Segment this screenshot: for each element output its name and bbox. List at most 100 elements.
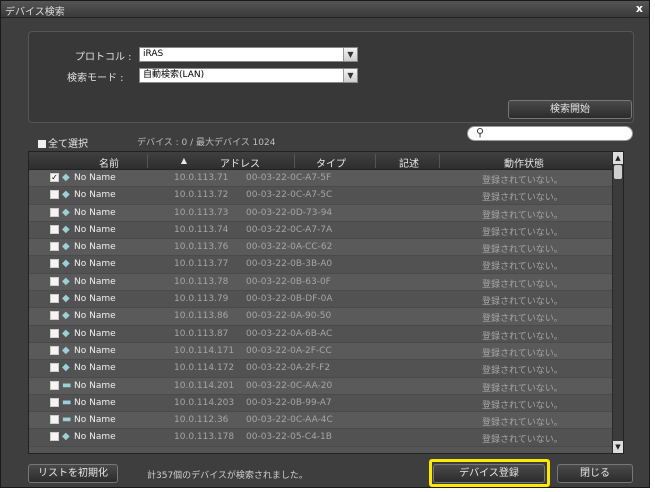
device-mac: 00-03-22-0B-99-A7 (246, 397, 332, 408)
camera-icon: ◆ (62, 189, 70, 201)
device-table: 名前 ▲ アドレス タイプ 記述 動作状態 ✓ ◆ No Name 10.0.113.… (28, 151, 624, 454)
device-ip: 10.0.114.171 (174, 345, 235, 356)
chevron-down-icon[interactable]: ▼ (343, 48, 357, 61)
row-checkbox[interactable] (50, 294, 59, 304)
table-row[interactable]: ✓ ◆ No Name 10.0.113.71 00-03-22-0C-A7-5F 登録さ… (29, 170, 613, 188)
device-ip: 10.0.112.36 (174, 415, 229, 426)
device-ip: 10.0.114.203 (174, 397, 235, 408)
search-input[interactable] (490, 128, 626, 139)
table-row[interactable]: ◆ No Name 10.0.113.78 00-03-22-0B-63-0F 登録され… (29, 273, 613, 292)
device-status: 登録されていない。 (482, 348, 563, 359)
row-checkbox[interactable] (50, 380, 59, 390)
row-checkbox[interactable] (50, 276, 59, 286)
select-all-checkbox[interactable]: 全て選択 (38, 135, 88, 150)
device-mac: 00-03-22-0A-6B-AC (246, 328, 333, 339)
column-divider (147, 154, 148, 168)
close-button[interactable]: 閉じる (557, 464, 633, 483)
device-status: 登録されていない。 (482, 262, 563, 273)
device-mac: 00-03-22-0A-CC-62 (246, 242, 333, 253)
column-address[interactable]: アドレス (205, 155, 275, 170)
device-ip: 10.0.113.76 (174, 242, 229, 253)
device-status: 登録されていない。 (482, 193, 563, 204)
table-row[interactable]: ▬ No Name 10.0.112.36 00-03-22-0C-AA-4C 登録され… (29, 412, 613, 430)
status-message: 計357個のデバイスが検索されました。 (147, 471, 308, 481)
table-row[interactable]: ◆ No Name 10.0.113.76 00-03-22-0A-CC-62 登録され… (29, 239, 613, 257)
vertical-scrollbar[interactable]: ▲ ▼ (612, 152, 623, 453)
camera-icon: ◆ (62, 293, 70, 305)
table-row[interactable]: ◆ No Name 10.0.113.178 00-03-22-05-C4-1B 登録さ… (29, 429, 613, 447)
table-row[interactable]: ◆ No Name 10.0.113.86 00-03-22-0A-90-50 登録され… (29, 308, 613, 326)
scroll-down-icon[interactable]: ▼ (613, 441, 623, 453)
search-mode-select[interactable]: 自動検索(LAN) ▼ (139, 68, 358, 83)
device-ip: 10.0.113.72 (174, 190, 229, 201)
row-checkbox[interactable] (50, 415, 59, 425)
title-bar: デバイス検索 x (1, 1, 649, 18)
device-status: 登録されていない。 (482, 210, 563, 221)
camera-icon: ◆ (62, 327, 70, 339)
device-name: No Name (74, 311, 116, 322)
window-title: デバイス検索 (5, 7, 65, 18)
camera-icon: ◆ (62, 362, 70, 374)
row-checkbox[interactable] (50, 397, 59, 407)
protocol-select[interactable]: iRAS ▼ (139, 47, 358, 62)
chevron-down-icon[interactable]: ▼ (343, 69, 357, 82)
row-checkbox[interactable] (50, 432, 59, 442)
table-row[interactable]: ◆ No Name 10.0.114.171 00-03-22-0A-2F-CC 登録さ… (29, 342, 613, 361)
column-divider (375, 154, 376, 168)
table-row[interactable]: ▬ No Name 10.0.114.201 00-03-22-0C-AA-20 登録さ… (29, 377, 613, 395)
table-row[interactable]: ◆ No Name 10.0.113.79 00-03-22-0B-DF-0A 登録され… (29, 291, 613, 309)
start-search-button[interactable]: 検索開始 (508, 100, 632, 119)
table-row[interactable]: ▬ No Name 10.0.114.203 00-03-22-0B-99-A7 登録さ… (29, 394, 613, 413)
select-all-label: 全て選択 (48, 139, 88, 150)
column-description[interactable]: 記述 (384, 155, 434, 170)
table-row[interactable]: ◆ No Name 10.0.113.74 00-03-22-0C-A7-7A 登録され… (29, 221, 613, 240)
table-row[interactable]: ◆ No Name 10.0.113.73 00-03-22-0D-73-94 登録され… (29, 204, 613, 222)
search-box[interactable]: ⚲ (467, 126, 633, 141)
row-checkbox[interactable] (50, 207, 59, 217)
device-status: 登録されていない。 (482, 366, 563, 377)
device-search-window: デバイス検索 x プロトコル : iRAS ▼ 検索モード : 自動検索(LAN… (0, 0, 650, 488)
column-type[interactable]: タイプ (291, 155, 371, 170)
scroll-thumb[interactable] (614, 165, 622, 179)
device-ip: 10.0.113.78 (174, 276, 229, 287)
scroll-up-icon[interactable]: ▲ (613, 152, 623, 164)
sort-ascending-icon[interactable]: ▲ (177, 156, 191, 165)
row-checkbox[interactable] (50, 345, 59, 355)
row-checkbox[interactable] (50, 259, 59, 269)
dvr-icon: ▬ (62, 414, 72, 426)
row-checkbox[interactable] (50, 190, 59, 200)
dvr-icon: ▬ (62, 379, 72, 391)
column-name[interactable]: 名前 (89, 155, 129, 170)
device-name: No Name (74, 190, 116, 201)
device-name: No Name (74, 294, 116, 305)
camera-icon: ◆ (62, 431, 70, 443)
device-mac: 00-03-22-0C-A7-5F (246, 173, 332, 183)
row-checkbox[interactable] (50, 311, 59, 321)
device-status: 登録されていない。 (482, 279, 563, 290)
device-mac: 00-03-22-0A-2F-F2 (246, 363, 331, 374)
device-name: No Name (74, 207, 116, 218)
search-mode-label: 検索モード : (67, 73, 124, 84)
reset-list-button[interactable]: リストを初期化 (28, 464, 118, 483)
close-icon[interactable]: x (636, 2, 643, 15)
search-icon: ⚲ (476, 126, 485, 139)
table-row[interactable]: ◆ No Name 10.0.113.72 00-03-22-0C-A7-5C 登録され… (29, 187, 613, 205)
row-checkbox[interactable] (50, 242, 59, 252)
device-mac: 00-03-22-0D-73-94 (246, 207, 333, 218)
row-checkbox[interactable] (50, 328, 59, 338)
row-checkbox[interactable] (50, 363, 59, 373)
camera-icon: ◆ (62, 258, 70, 270)
checkbox-icon[interactable] (38, 140, 46, 148)
row-checkbox[interactable] (50, 224, 59, 234)
camera-icon: ◆ (62, 206, 70, 218)
table-row[interactable]: ◆ No Name 10.0.114.172 00-03-22-0A-2F-F2 登録さ… (29, 360, 613, 378)
table-row[interactable]: ◆ No Name 10.0.113.87 00-03-22-0A-6B-AC 登録され… (29, 325, 613, 343)
table-row[interactable]: ◆ No Name 10.0.113.77 00-03-22-0B-3B-A0 登録され… (29, 256, 613, 274)
camera-icon: ◆ (62, 223, 70, 235)
dvr-icon: ▬ (62, 396, 72, 408)
device-name: No Name (74, 380, 116, 391)
protocol-label: プロトコル : (75, 52, 132, 63)
device-mac: 00-03-22-0C-AA-4C (246, 415, 333, 426)
column-status[interactable]: 動作状態 (489, 155, 559, 170)
row-checkbox[interactable]: ✓ (50, 173, 59, 182)
